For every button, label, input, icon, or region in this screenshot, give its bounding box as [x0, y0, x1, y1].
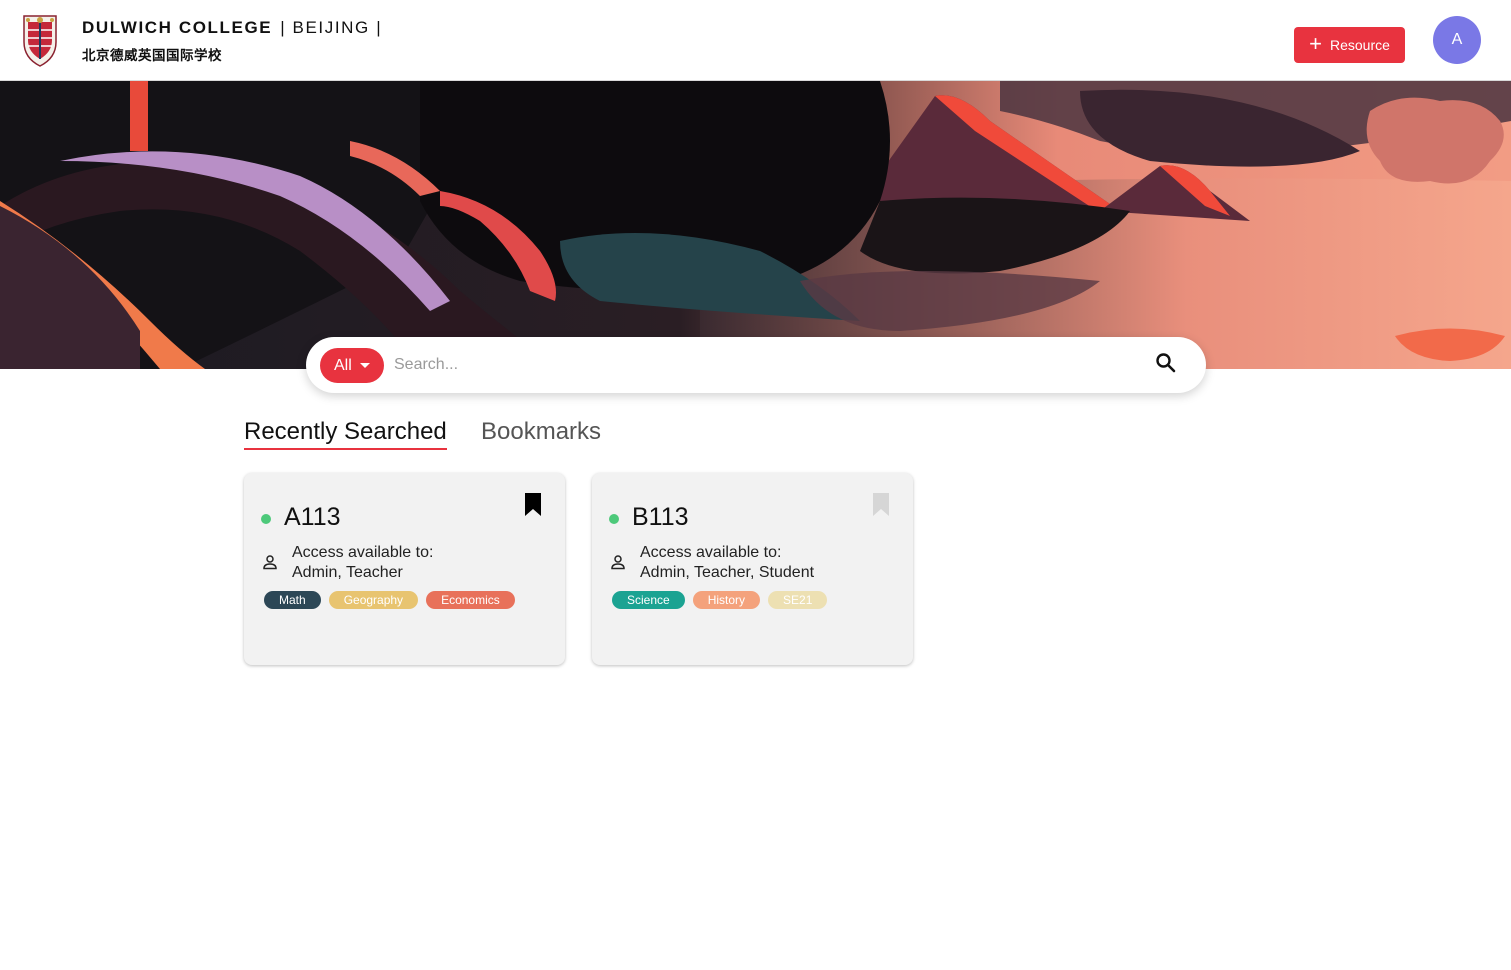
- top-header: DULWICH COLLEGE | BEIJING | 北京德威英国国际学校 + …: [0, 0, 1511, 81]
- chevron-down-icon: [359, 363, 370, 368]
- college-crest-logo[interactable]: [20, 12, 60, 68]
- user-avatar[interactable]: A: [1433, 16, 1481, 64]
- tag-chip[interactable]: SE21: [768, 591, 828, 609]
- access-label: Access available to:: [292, 544, 434, 561]
- search-filter-dropdown[interactable]: All: [320, 348, 384, 383]
- tag-chip[interactable]: Economics: [426, 591, 515, 609]
- status-dot: [609, 514, 619, 524]
- brand-location: | BEIJING |: [280, 18, 383, 37]
- hero-banner-illustration: [0, 81, 1511, 369]
- add-resource-button[interactable]: + Resource: [1294, 27, 1405, 63]
- bookmark-filled-icon[interactable]: [523, 492, 543, 517]
- access-label: Access available to:: [640, 544, 782, 561]
- resource-title: A113: [284, 503, 341, 531]
- tab-recently-searched[interactable]: Recently Searched: [244, 418, 447, 450]
- tag-list: Math Geography Economics: [264, 591, 515, 609]
- resource-title: B113: [632, 503, 689, 531]
- avatar-initial: A: [1451, 31, 1463, 48]
- status-dot: [261, 514, 271, 524]
- tag-chip[interactable]: History: [692, 591, 761, 609]
- add-resource-label: Resource: [1329, 37, 1390, 53]
- search-input[interactable]: [392, 349, 1122, 381]
- resource-card[interactable]: B113 Access available to: Admin, Teacher…: [592, 473, 913, 665]
- person-icon: [611, 555, 625, 570]
- tag-chip[interactable]: Science: [612, 591, 685, 609]
- brand-name: DULWICH COLLEGE: [82, 18, 273, 37]
- brand-title: DULWICH COLLEGE | BEIJING |: [82, 18, 382, 38]
- search-bar: All: [306, 337, 1206, 393]
- bookmark-outline-icon[interactable]: [871, 492, 891, 517]
- search-icon[interactable]: [1154, 351, 1178, 375]
- access-roles: Admin, Teacher: [292, 564, 403, 581]
- tag-chip[interactable]: Geography: [328, 591, 419, 609]
- tag-chip[interactable]: Math: [264, 591, 321, 609]
- brand-chinese-name: 北京德威英国国际学校: [82, 48, 222, 64]
- tab-bookmarks[interactable]: Bookmarks: [481, 418, 601, 446]
- search-filter-label: All: [334, 356, 352, 374]
- person-icon: [263, 555, 277, 570]
- landscape-illustration: [0, 81, 1511, 369]
- resource-card[interactable]: A113 Access available to: Admin, Teacher…: [244, 473, 565, 665]
- access-roles: Admin, Teacher, Student: [640, 564, 815, 581]
- plus-icon: +: [1309, 31, 1322, 56]
- tag-list: Science History SE21: [612, 591, 828, 609]
